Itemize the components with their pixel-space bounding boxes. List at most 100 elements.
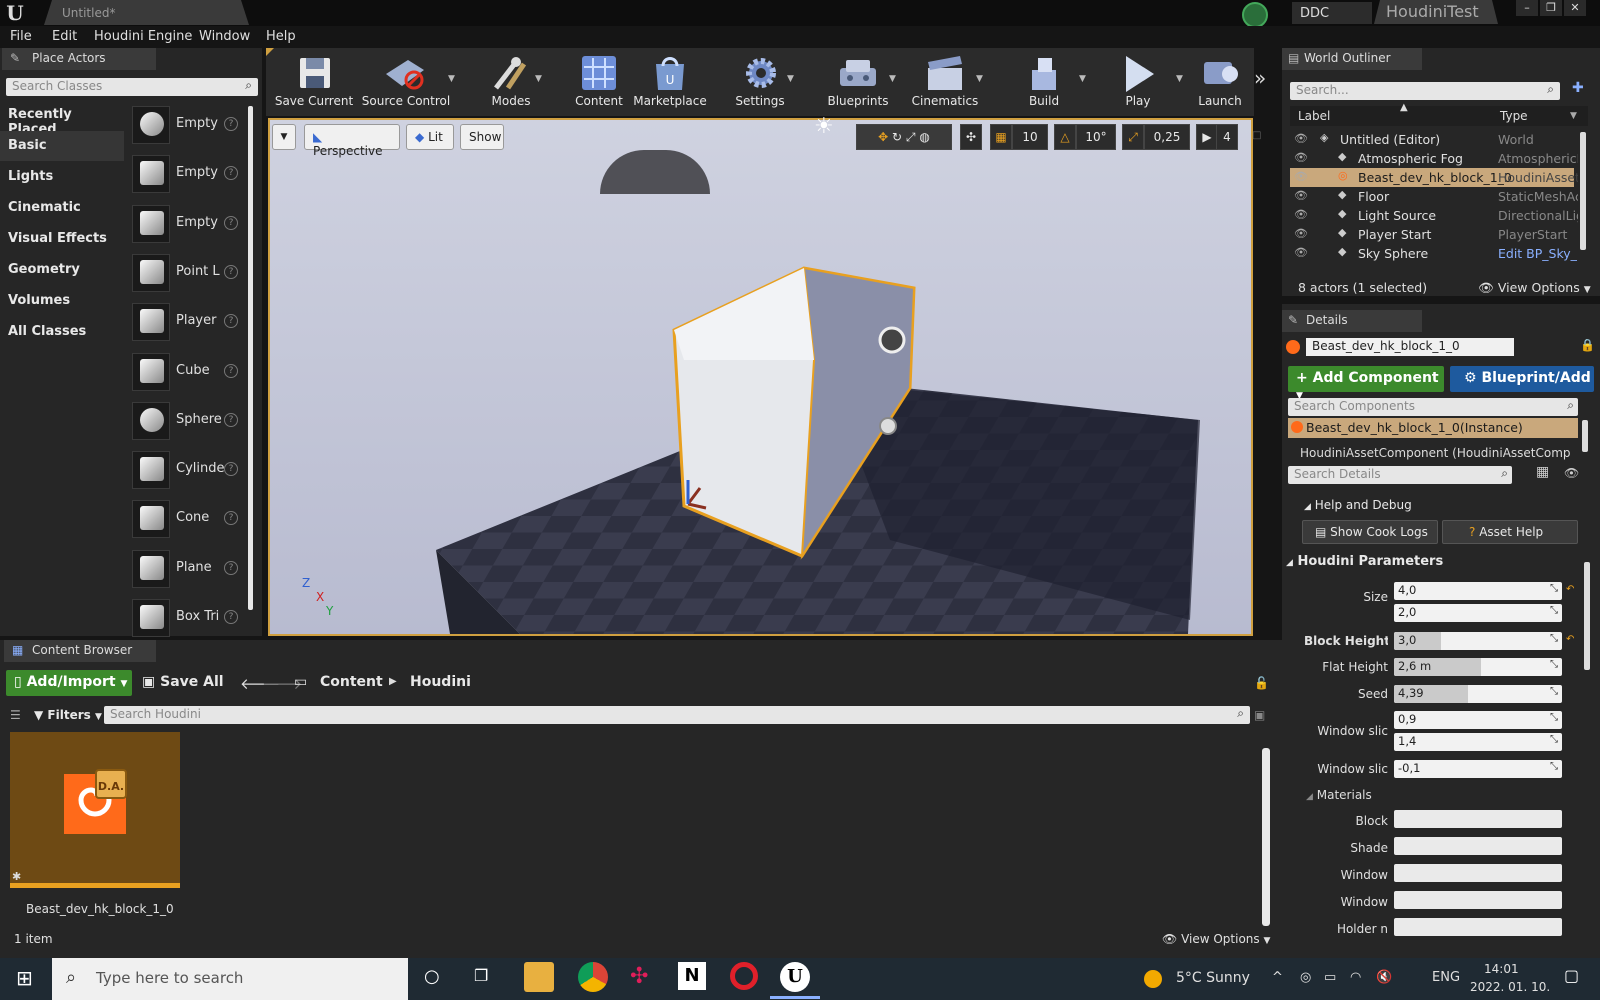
menu-help[interactable]: Help bbox=[266, 29, 296, 44]
actor-list-scrollbar[interactable] bbox=[248, 106, 253, 610]
lit-button[interactable]: ◆ Lit bbox=[406, 124, 454, 150]
perspective-button[interactable]: ◣ Perspective bbox=[304, 124, 400, 158]
surface-snap-icon[interactable]: ✣ bbox=[960, 124, 982, 150]
material-slot[interactable] bbox=[1394, 810, 1562, 828]
column-type[interactable]: Type bbox=[1500, 109, 1528, 123]
help-icon[interactable]: ? bbox=[224, 117, 238, 131]
reset-to-default-icon[interactable]: ↶ bbox=[1566, 584, 1574, 595]
search-classes-input[interactable]: Search Classes ⌕ bbox=[6, 78, 258, 96]
restore-button[interactable]: ❐ bbox=[1540, 0, 1562, 16]
eye-icon[interactable]: 👁 bbox=[1294, 132, 1308, 146]
menu-houdini-engine[interactable]: Houdini Engine bbox=[94, 29, 192, 44]
level-viewport[interactable] bbox=[268, 118, 1253, 636]
param-window-slice-a-field[interactable]: 0,9 ⤡ bbox=[1394, 711, 1562, 729]
play-button[interactable]: Play bbox=[1098, 50, 1178, 114]
help-icon[interactable]: ? bbox=[224, 560, 238, 575]
scale-snap-value[interactable]: 0,25 bbox=[1144, 124, 1190, 150]
components-scrollbar[interactable] bbox=[1582, 420, 1588, 452]
search-details-input[interactable]: Search Details ⌕ bbox=[1288, 466, 1512, 484]
eye-icon[interactable]: 👁 bbox=[1294, 189, 1308, 203]
material-slot[interactable] bbox=[1394, 864, 1562, 882]
param-flat-height-slider[interactable]: 2,6 m ⤡ bbox=[1394, 658, 1562, 676]
save-search-icon[interactable]: ▣ bbox=[1254, 708, 1265, 722]
actor-item[interactable]: Cylinde? bbox=[128, 447, 244, 493]
category-cinematic[interactable]: Cinematic bbox=[0, 193, 124, 223]
actor-item[interactable]: Point L? bbox=[128, 250, 244, 296]
outliner-scrollbar[interactable] bbox=[1580, 132, 1586, 250]
menu-edit[interactable]: Edit bbox=[52, 29, 77, 44]
camera-speed-value[interactable]: 4 bbox=[1216, 124, 1238, 150]
actor-item[interactable]: Empty? bbox=[128, 201, 244, 247]
content-browser-tab[interactable]: ▦ Content Browser bbox=[4, 640, 156, 662]
help-icon[interactable]: ? bbox=[224, 363, 238, 378]
reset-to-default-icon[interactable]: ↶ bbox=[1566, 634, 1574, 645]
material-slot[interactable] bbox=[1394, 918, 1562, 936]
param-seed-slider[interactable]: 4,39 ⤡ bbox=[1394, 685, 1562, 703]
actor-item[interactable]: Plane? bbox=[128, 546, 244, 592]
folder-icon[interactable]: ▭ bbox=[294, 674, 307, 690]
actor-item[interactable]: Empty? bbox=[128, 102, 244, 148]
param-size-y-field[interactable]: 2,0 ⤡ bbox=[1394, 604, 1562, 622]
help-icon[interactable]: ? bbox=[224, 462, 238, 477]
eye-icon[interactable]: 👁 bbox=[1294, 227, 1308, 241]
wifi-icon[interactable]: ◠ bbox=[1350, 970, 1361, 985]
clock-date[interactable]: 2022. 01. 10. bbox=[1470, 980, 1550, 994]
source-control-status-icon[interactable] bbox=[1242, 2, 1268, 28]
details-tab[interactable]: ✎ Details bbox=[1282, 310, 1422, 332]
outliner-row[interactable]: 👁 ◆ Sky Sphere Edit BP_Sky_ bbox=[1290, 244, 1577, 263]
type-dropdown-icon[interactable]: ▼ bbox=[1570, 111, 1577, 121]
chrome-icon[interactable] bbox=[578, 962, 608, 992]
scale-snap-icon[interactable]: ⤢ bbox=[1122, 124, 1144, 150]
notifications-icon[interactable]: ▢ bbox=[1564, 966, 1579, 985]
asset-tile[interactable]: D.A. ✱ bbox=[10, 732, 180, 888]
help-icon[interactable]: ? bbox=[224, 511, 238, 526]
help-icon[interactable]: ? bbox=[224, 610, 238, 624]
help-icon[interactable]: ? bbox=[224, 215, 238, 230]
ddc-button[interactable]: DDC bbox=[1292, 2, 1372, 24]
category-lights[interactable]: Lights bbox=[0, 162, 124, 192]
actor-item[interactable]: Player? bbox=[128, 299, 244, 345]
place-actors-tab[interactable]: ✎ Place Actors bbox=[2, 48, 156, 70]
unreal-logo-icon[interactable]: U bbox=[4, 2, 26, 24]
eye-icon[interactable]: 👁 bbox=[1294, 208, 1308, 222]
blueprint-add-button[interactable]: ⚙ Blueprint/Add bbox=[1450, 366, 1594, 392]
document-tab[interactable]: Untitled* bbox=[44, 0, 249, 25]
close-button[interactable]: ✕ bbox=[1564, 0, 1586, 16]
search-houdini-input[interactable]: Search Houdini ⌕ bbox=[104, 706, 1250, 724]
actor-name-field[interactable]: Beast_dev_hk_block_1_0 bbox=[1306, 338, 1514, 356]
help-icon[interactable]: ? bbox=[224, 264, 238, 279]
param-block-height-slider[interactable]: 3,0 ⤡ bbox=[1394, 632, 1562, 650]
rotate-tool-icon[interactable]: ↻ bbox=[892, 130, 902, 144]
component-child-row[interactable]: HoudiniAssetComponent (HoudiniAssetComp bbox=[1300, 446, 1574, 460]
show-button[interactable]: Show bbox=[460, 124, 504, 150]
blueprints-button[interactable]: Blueprints bbox=[816, 50, 900, 114]
taskbar-search-box[interactable]: ⌕ Type here to search bbox=[52, 958, 408, 1000]
transform-tools[interactable]: ✥ ↻ ⤢ ◍ bbox=[856, 124, 952, 150]
content-scrollbar[interactable] bbox=[1262, 748, 1270, 926]
outliner-view-options[interactable]: 👁 View Options ▼ bbox=[1478, 280, 1591, 296]
outliner-row[interactable]: 👁 ◆ Atmospheric Fog AtmosphericF bbox=[1290, 149, 1578, 168]
lock-icon[interactable]: 🔓 bbox=[1254, 676, 1269, 690]
cinematics-dropdown-icon[interactable]: ▼ bbox=[976, 74, 983, 84]
help-icon[interactable]: ? bbox=[224, 412, 238, 427]
actor-item[interactable]: Box Tri? bbox=[128, 595, 244, 641]
weather-text[interactable]: 5°C Sunny bbox=[1176, 970, 1250, 986]
param-window-slice2-field[interactable]: -0,1 ⤡ bbox=[1394, 760, 1562, 778]
material-slot[interactable] bbox=[1394, 837, 1562, 855]
materials-section[interactable]: ◢ Materials bbox=[1306, 788, 1372, 802]
category-geometry[interactable]: Geometry bbox=[0, 255, 124, 285]
scale-tool-icon[interactable]: ⤢ bbox=[906, 130, 916, 144]
input-language[interactable]: ENG bbox=[1432, 970, 1460, 985]
grid-snap-value[interactable]: 10 bbox=[1012, 124, 1048, 150]
param-window-slice-b-field[interactable]: 1,4 ⤡ bbox=[1394, 733, 1562, 751]
source-control-dropdown-icon[interactable]: ▼ bbox=[448, 74, 455, 84]
param-size-x-field[interactable]: 4,0 ⤡ bbox=[1394, 582, 1562, 600]
add-import-button[interactable]: ▯ Add/Import ▼ bbox=[6, 670, 132, 696]
minimize-button[interactable]: – bbox=[1516, 0, 1538, 16]
category-basic[interactable]: Basic bbox=[0, 131, 124, 161]
eye-icon[interactable]: 👁 bbox=[1294, 246, 1308, 260]
material-slot[interactable] bbox=[1394, 891, 1562, 909]
cinematics-button[interactable]: Cinematics bbox=[904, 50, 986, 114]
eye-icon[interactable]: 👁 bbox=[1294, 151, 1308, 165]
details-scrollbar[interactable] bbox=[1584, 562, 1590, 670]
